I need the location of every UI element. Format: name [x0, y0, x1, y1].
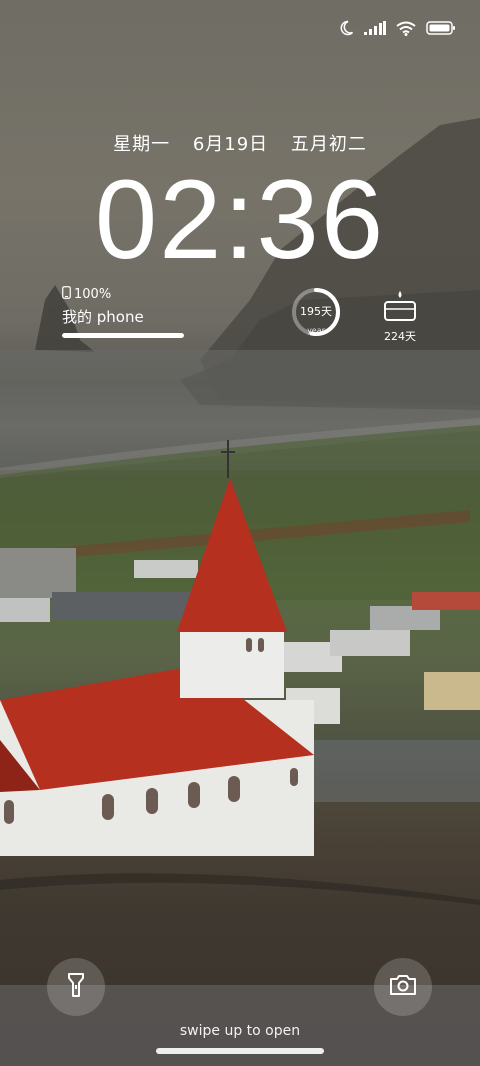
camera-button[interactable]: [374, 958, 432, 1016]
battery-widget[interactable]: 100% 我的 phone: [62, 286, 184, 338]
battery-percent-text: 100%: [74, 287, 112, 302]
solar-date-text: 6月19日: [192, 134, 269, 155]
battery-level-fill: [62, 333, 184, 338]
countdown-days-text: 224天: [384, 330, 416, 343]
lock-screen[interactable]: 星期一 6月19日 五月初二 02:36 100% 我的 phone 195天 …: [0, 0, 480, 1066]
flashlight-button[interactable]: [47, 958, 105, 1016]
weekday-text: 星期一: [113, 134, 171, 155]
battery-icon: [426, 21, 456, 35]
home-indicator[interactable]: [156, 1048, 324, 1054]
birthday-cake-icon: [380, 291, 420, 326]
lock-clock: 02:36: [94, 157, 386, 282]
wifi-icon: [396, 21, 416, 36]
phone-icon: [62, 286, 71, 303]
moon-icon: [338, 20, 354, 36]
year-progress-widget[interactable]: 195天 year: [290, 286, 342, 338]
signal-icon: [364, 21, 386, 35]
device-name-text: 我的 phone: [62, 308, 144, 326]
swipe-hint-text: swipe up to open: [179, 1023, 301, 1039]
lunar-date-text: 五月初二: [290, 134, 367, 155]
status-bar: [338, 20, 456, 36]
countdown-widget[interactable]: 224天: [374, 288, 426, 344]
battery-level-bar: [62, 333, 184, 338]
flashlight-icon: [66, 972, 86, 1002]
year-label-text: year: [307, 326, 325, 335]
date-line: 星期一 6月19日 五月初二: [0, 130, 480, 156]
year-days-text: 195天: [300, 305, 332, 318]
camera-icon: [388, 973, 418, 1001]
